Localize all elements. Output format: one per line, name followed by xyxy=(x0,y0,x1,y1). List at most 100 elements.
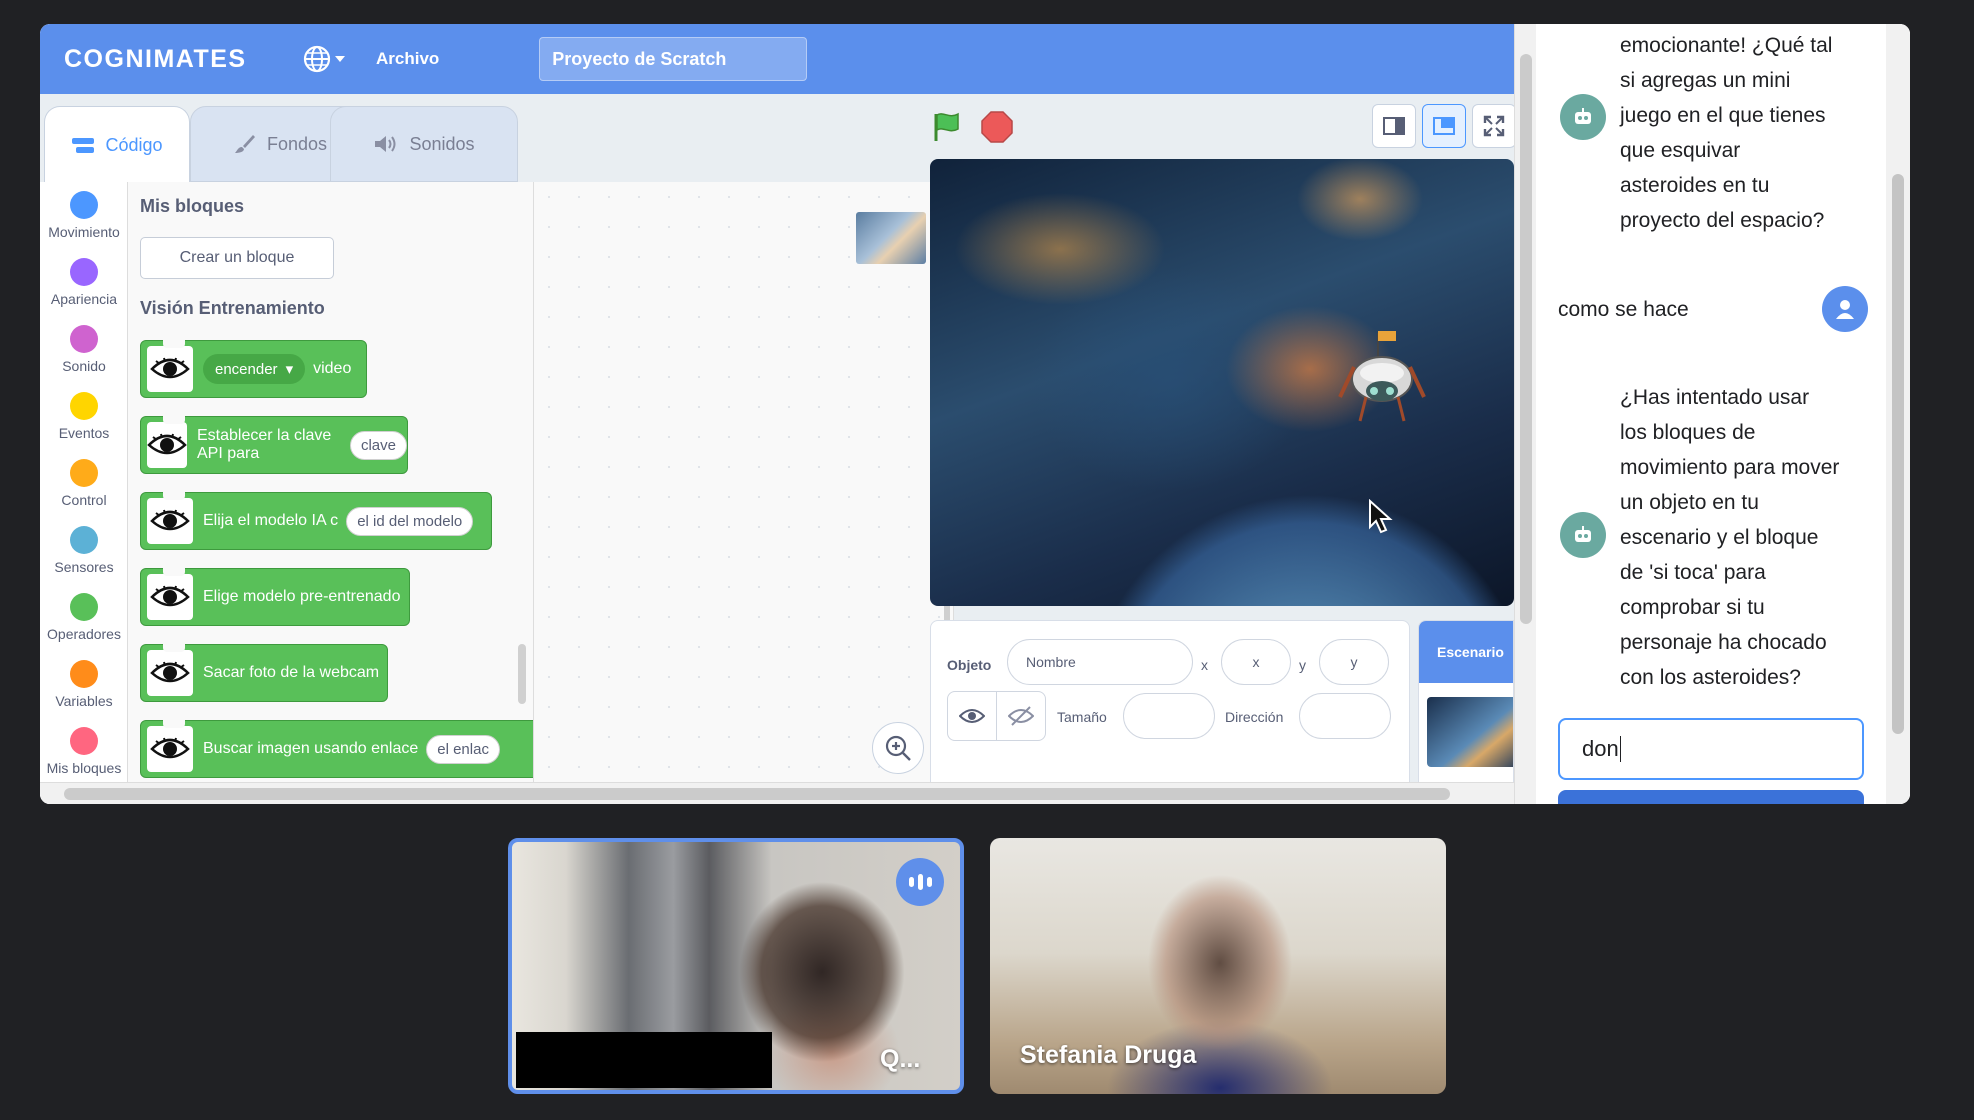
script-workspace[interactable] xyxy=(534,182,954,804)
gui-vertical-scrollbar[interactable] xyxy=(1514,24,1536,804)
video-state-dropdown[interactable]: encender ▾ xyxy=(203,354,306,384)
block-text: Establecer la clave API para xyxy=(197,427,332,462)
fullscreen-icon xyxy=(1483,115,1505,137)
block-toggle-video[interactable]: encender ▾ video xyxy=(140,340,367,398)
block-text: Elige modelo pre-entrenado xyxy=(203,588,401,605)
make-block-button[interactable]: Crear un bloque xyxy=(140,237,334,279)
category-motion[interactable]: Movimiento xyxy=(40,182,128,249)
y-field[interactable]: y xyxy=(1319,639,1389,685)
eye-hidden-icon xyxy=(1008,706,1034,726)
sprite-name-field[interactable]: Nombre xyxy=(1007,639,1193,685)
stage-controls xyxy=(930,110,1014,144)
horizontal-scrollbar[interactable] xyxy=(40,782,1514,804)
bot-avatar xyxy=(1560,94,1606,140)
category-label: Operadores xyxy=(47,626,121,642)
dropdown-value: encender xyxy=(215,360,278,378)
eye-icon xyxy=(147,346,193,392)
size-field[interactable] xyxy=(1123,693,1215,739)
category-my-blocks[interactable]: Mis bloques xyxy=(40,718,128,785)
block-pretrained-model[interactable]: Elige modelo pre-entrenado xyxy=(140,568,410,626)
language-menu[interactable] xyxy=(302,43,352,75)
block-webcam-photo[interactable]: Sacar foto de la webcam xyxy=(140,644,388,702)
stop-icon[interactable] xyxy=(980,110,1014,144)
direction-label: Dirección xyxy=(1225,709,1284,725)
block-choose-model[interactable]: Elija el modelo IA c el id del modelo xyxy=(140,492,492,550)
category-dot xyxy=(70,325,98,353)
category-label: Variables xyxy=(55,693,113,709)
user-message: como se hace xyxy=(1558,298,1689,321)
block-search-image-url[interactable]: Buscar imagen usando enlace el enlac xyxy=(140,720,533,778)
chat-input-value: don xyxy=(1582,736,1619,761)
block-text: Elija el modelo IA c xyxy=(203,512,339,529)
block-set-api-key[interactable]: Establecer la clave API para clave xyxy=(140,416,408,474)
cognimates-logo[interactable]: COGNIMATES xyxy=(64,45,294,74)
category-looks[interactable]: Apariencia xyxy=(40,249,128,316)
show-sprite-button[interactable] xyxy=(947,691,997,741)
backdrop-header: Escenario xyxy=(1419,621,1513,683)
sprite-info-panel: Objeto Nombre x x y y Tamaño Dirección xyxy=(930,620,1410,804)
small-stage-icon xyxy=(1383,117,1405,135)
x-field[interactable]: x xyxy=(1221,639,1291,685)
participant-tile-2[interactable]: Stefania Druga xyxy=(990,838,1446,1094)
zoom-in-button[interactable] xyxy=(872,722,924,774)
stage[interactable] xyxy=(930,159,1514,606)
sprite-label: Objeto xyxy=(947,657,992,673)
message-line: escenario y el bloque xyxy=(1620,526,1819,549)
gui-vertical-scroll-thumb[interactable] xyxy=(1520,54,1532,624)
palette-scrollbar[interactable] xyxy=(518,644,526,704)
eye-icon xyxy=(147,726,193,772)
category-operators[interactable]: Operadores xyxy=(40,584,128,651)
send-button[interactable] xyxy=(1558,790,1864,804)
message-line: juego en el que tienes xyxy=(1620,104,1826,127)
chevron-down-icon: ▾ xyxy=(285,361,294,378)
green-flag-icon[interactable] xyxy=(930,110,964,144)
message-line: asteroides en tu xyxy=(1620,174,1770,197)
horizontal-scroll-thumb[interactable] xyxy=(64,788,1450,800)
tab-label: Código xyxy=(105,135,163,155)
category-dot xyxy=(70,660,98,688)
spaceship-sprite[interactable] xyxy=(1338,327,1430,427)
category-sensing[interactable]: Sensores xyxy=(40,517,128,584)
file-menu[interactable]: Archivo xyxy=(376,49,439,69)
robot-icon xyxy=(1575,108,1591,124)
chat-scrollbar[interactable] xyxy=(1886,24,1910,804)
hide-sprite-button[interactable] xyxy=(996,691,1046,741)
direction-field[interactable] xyxy=(1299,693,1391,739)
message-line: ¿Has intentado usar xyxy=(1620,386,1810,409)
project-title-input[interactable]: Proyecto de Scratch xyxy=(539,37,808,81)
participant-name: Q... xyxy=(880,1045,921,1073)
chat-scroll-thumb[interactable] xyxy=(1892,174,1904,734)
large-stage-button[interactable] xyxy=(1422,104,1466,148)
block-text: video xyxy=(313,360,352,377)
category-variables[interactable]: Variables xyxy=(40,651,128,718)
eye-icon xyxy=(147,574,193,620)
message-line: los bloques de xyxy=(1620,421,1756,444)
block-text: Buscar imagen usando enlace xyxy=(203,740,419,757)
size-label: Tamaño xyxy=(1057,709,1107,725)
category-dot xyxy=(70,593,98,621)
message-line: emocionante! ¿Qué tal xyxy=(1620,34,1833,57)
x-label: x xyxy=(1201,657,1208,673)
category-label: Sonido xyxy=(62,358,106,374)
category-control[interactable]: Control xyxy=(40,450,128,517)
message-line: de 'si toca' para xyxy=(1620,561,1766,584)
message-line: un objeto en tu xyxy=(1620,491,1759,514)
participant-tile-1[interactable]: Q... xyxy=(508,838,964,1094)
small-stage-button[interactable] xyxy=(1372,104,1416,148)
model-id-input[interactable]: el id del modelo xyxy=(346,506,474,536)
category-sound[interactable]: Sonido xyxy=(40,316,128,383)
category-events[interactable]: Eventos xyxy=(40,383,128,450)
backdrop-panel[interactable]: Escenario xyxy=(1418,620,1514,804)
backdrop-thumbnail[interactable] xyxy=(1427,697,1513,767)
tab-code[interactable]: Código xyxy=(44,106,190,184)
api-key-input[interactable]: clave xyxy=(349,430,407,460)
message-line: con los asteroides? xyxy=(1620,666,1801,689)
image-url-input[interactable]: el enlac xyxy=(426,734,500,764)
category-dot xyxy=(70,191,98,219)
speaker-icon xyxy=(375,136,396,152)
message-line: si agregas un mini xyxy=(1620,69,1791,92)
zoom-in-icon xyxy=(885,735,911,761)
tab-sounds[interactable]: Sonidos xyxy=(330,106,518,182)
chat-input[interactable]: don xyxy=(1558,718,1864,780)
fullscreen-button[interactable] xyxy=(1472,104,1514,148)
